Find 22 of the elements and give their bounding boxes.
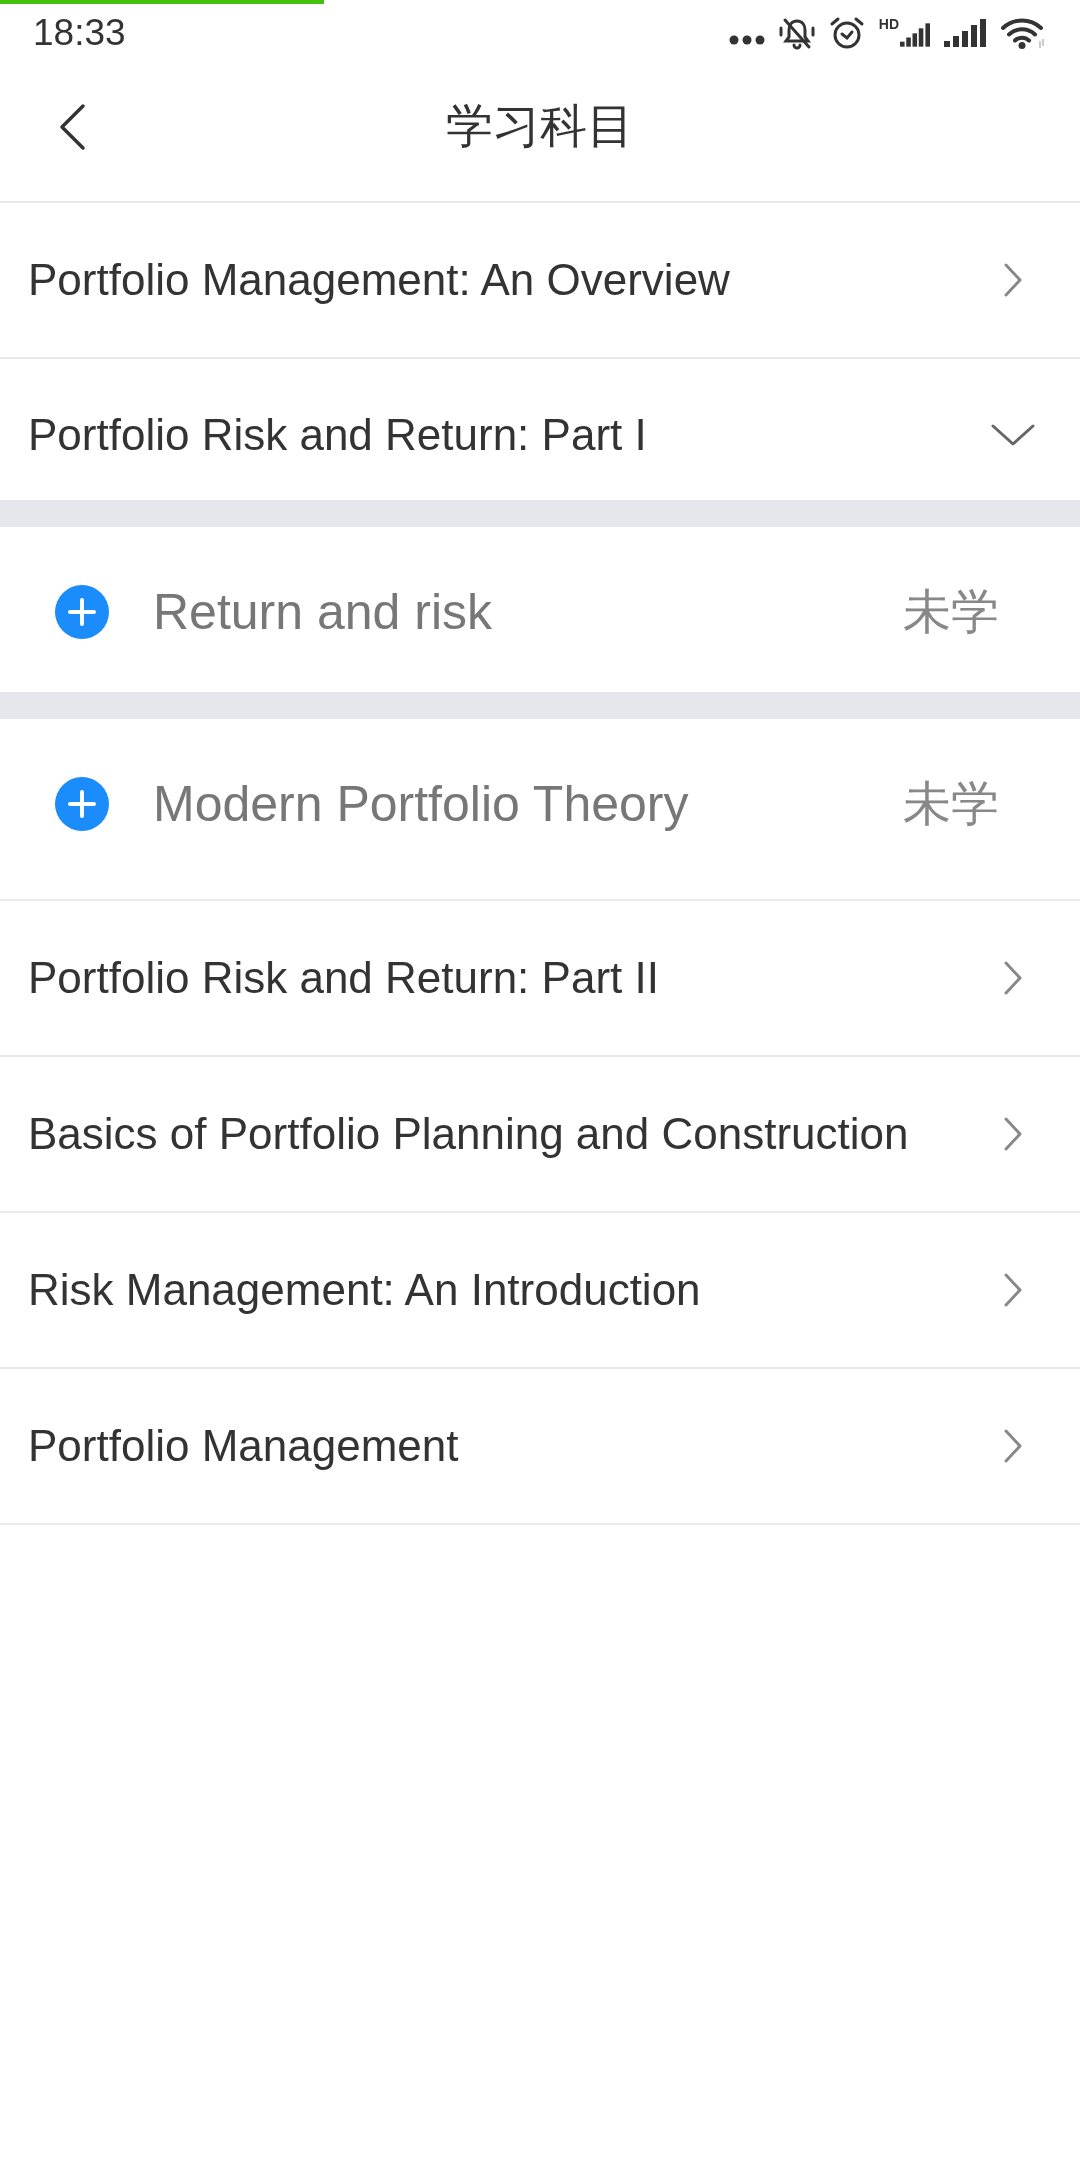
status-time: 18:33 [33,12,126,54]
chapter-row[interactable]: Risk Management: An Introduction [0,1213,1080,1369]
chapter-row[interactable]: Portfolio Management [0,1369,1080,1525]
wifi-icon [1000,17,1046,49]
page-title: 学习科目 [446,98,634,154]
study-status-label: 未学 [903,583,999,640]
signal-strength-icon [944,19,986,47]
chapter-row[interactable]: Portfolio Risk and Return: Part I [0,359,1080,500]
alarm-clock-icon [828,16,865,50]
chapter-row[interactable]: Portfolio Risk and Return: Part II [0,901,1080,1057]
chapter-row[interactable]: Basics of Portfolio Planning and Construction [0,1057,1080,1213]
bell-off-icon [778,16,815,50]
plus-circle-icon [55,584,109,639]
signal-strength-icon [900,21,930,49]
lesson-row[interactable]: Return and risk 未学 [0,527,1080,692]
more-dots-icon [728,35,765,45]
lesson-row[interactable]: Modern Portfolio Theory 未学 [0,719,1080,884]
back-icon [58,103,86,151]
chapter-row[interactable]: Portfolio Management: An Overview [0,203,1080,359]
study-status-label: 未学 [903,775,999,832]
plus-circle-icon [55,776,109,831]
network-type-label: HD [878,17,899,31]
